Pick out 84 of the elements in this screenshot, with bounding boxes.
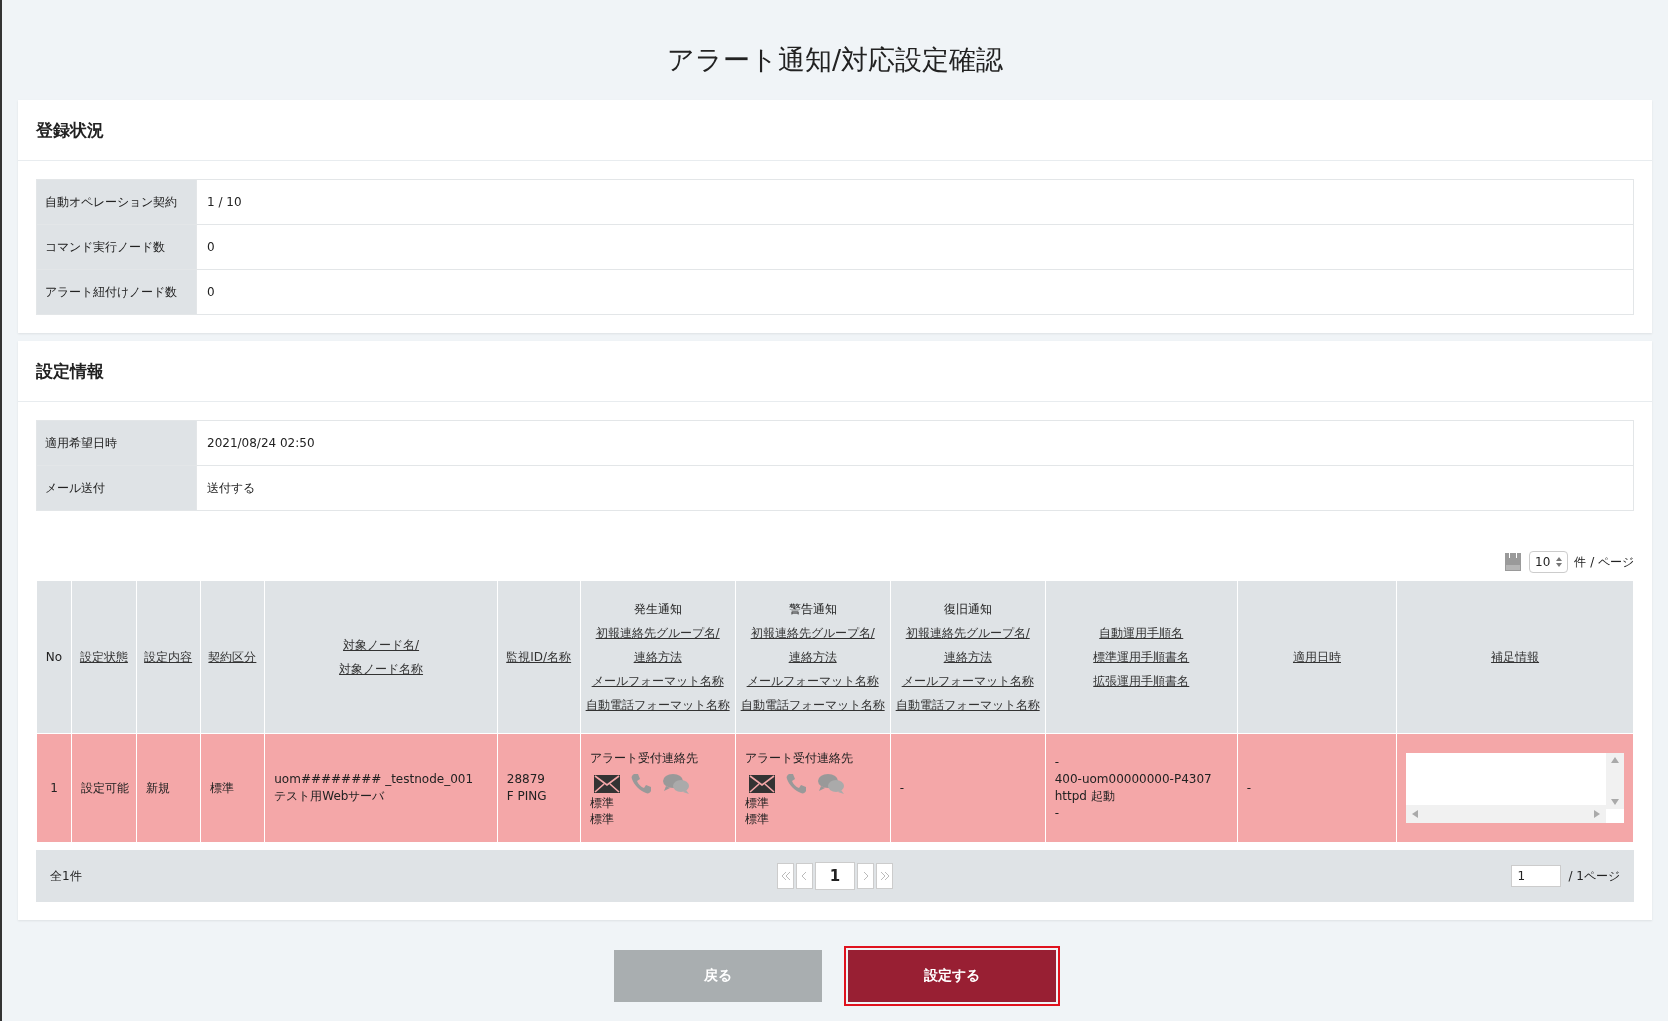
sort-link[interactable]: メールフォーマット名称 xyxy=(901,672,1034,690)
info-label: アラート紐付けノード数 xyxy=(36,269,197,315)
cell-text: 標準 xyxy=(744,794,770,811)
scroll-up-icon[interactable] xyxy=(1611,757,1619,763)
cell-text: - xyxy=(1246,779,1253,797)
sort-link[interactable]: 自動電話フォーマット名称 xyxy=(585,696,730,714)
cell-text: アラート受付連絡先 xyxy=(744,749,854,767)
sort-link[interactable]: 自動運用手順名 xyxy=(1099,624,1184,642)
info-value: 0 xyxy=(196,224,1634,270)
action-button[interactable]: 設定する xyxy=(848,950,1056,1002)
scroll-right-icon[interactable] xyxy=(1594,810,1600,818)
cell-text: 28879 xyxy=(506,771,546,788)
info-label: 適用希望日時 xyxy=(36,420,197,466)
scroll-down-icon[interactable] xyxy=(1611,799,1619,805)
page-title: アラート通知/対応設定確認 xyxy=(665,43,1005,77)
sort-link[interactable]: 対象ノード名/ xyxy=(343,636,420,654)
sort-link[interactable]: 設定状態 xyxy=(79,648,128,666)
csv-download-icon[interactable] xyxy=(1503,551,1524,573)
sort-link[interactable]: 連絡方法 xyxy=(788,648,837,666)
text-area[interactable] xyxy=(1406,753,1624,823)
info-value: 2021/08/24 02:50 xyxy=(196,420,1634,466)
cell-text: - xyxy=(899,779,905,797)
sort-link[interactable]: 契約区分 xyxy=(208,648,257,666)
cell-text: 設定可能 xyxy=(81,779,127,797)
scrollbar[interactable] xyxy=(1606,753,1624,809)
last-page-button[interactable] xyxy=(876,863,893,889)
current-page: 1 xyxy=(815,862,855,890)
sort-link[interactable]: メールフォーマット名称 xyxy=(591,672,724,690)
total-count: 全1件 xyxy=(50,867,83,885)
sort-link[interactable]: 拡張運用手順書名 xyxy=(1093,672,1190,690)
cell-text: - xyxy=(1054,754,1060,771)
info-value: 0 xyxy=(196,269,1634,315)
double-chevron-right-icon xyxy=(880,872,889,880)
cell-text: 標準 xyxy=(589,810,615,827)
info-label: コマンド実行ノード数 xyxy=(36,224,197,270)
sort-link[interactable]: 連絡方法 xyxy=(943,648,992,666)
cell-text: httpd 起動 xyxy=(1054,788,1116,805)
sort-link[interactable]: 設定内容 xyxy=(144,648,193,666)
per-page-select[interactable]: 10 xyxy=(1529,551,1569,573)
cell-text: uom######## _testnode_001 xyxy=(274,771,475,788)
double-chevron-left-icon xyxy=(781,872,790,880)
sort-link[interactable]: 初報連絡先グループ名/ xyxy=(595,624,720,642)
chevron-left-icon xyxy=(802,872,807,880)
cell-text: 標準 xyxy=(589,794,615,811)
spinner-icon xyxy=(1556,557,1563,567)
sort-link[interactable]: 自動電話フォーマット名称 xyxy=(895,696,1040,714)
cell-text: F PING xyxy=(506,788,548,805)
chevron-right-icon xyxy=(863,872,868,880)
sort-link[interactable]: メールフォーマット名称 xyxy=(746,672,879,690)
sort-link[interactable]: 初報連絡先グループ名/ xyxy=(905,624,1030,642)
group-title: 警告通知 xyxy=(788,600,837,618)
sort-link[interactable]: 補足情報 xyxy=(1491,648,1540,666)
per-page-label: 件 / ページ xyxy=(1574,553,1634,571)
scroll-left-icon[interactable] xyxy=(1412,810,1419,818)
info-value: 送付する xyxy=(196,465,1634,511)
page-input[interactable]: 1 xyxy=(1510,865,1561,887)
page-total: / 1ページ xyxy=(1568,867,1620,885)
sort-link[interactable]: 連絡方法 xyxy=(633,648,682,666)
section-title: 登録状況 xyxy=(18,100,1652,161)
cell-text: 400-uom00000000-P4307 xyxy=(1054,771,1213,788)
info-value: 1 / 10 xyxy=(196,179,1634,225)
info-label: メール送付 xyxy=(36,465,197,511)
group-title: 復旧通知 xyxy=(943,600,992,618)
sort-link[interactable]: 初報連絡先グループ名/ xyxy=(750,624,875,642)
sort-link[interactable]: 標準運用手順書名 xyxy=(1093,648,1190,666)
sort-link[interactable]: 対象ノード名称 xyxy=(339,660,424,678)
cell-text: 1 xyxy=(49,779,59,797)
cell-text: テスト用Webサーバ xyxy=(274,788,386,805)
next-page-button[interactable] xyxy=(857,863,874,889)
sort-link[interactable]: 監視ID/名称 xyxy=(506,648,572,666)
cell-text: 新規 xyxy=(145,779,171,797)
info-label: 自動オペレーション契約 xyxy=(36,179,197,225)
column-label: No xyxy=(45,650,63,664)
section-title: 設定情報 xyxy=(18,341,1652,402)
cell-text: 標準 xyxy=(209,779,235,797)
sort-link[interactable]: 適用日時 xyxy=(1293,648,1341,666)
first-page-button[interactable] xyxy=(777,863,794,889)
cell-text: - xyxy=(1054,805,1060,822)
group-title: 発生通知 xyxy=(633,600,682,618)
cell-text: アラート受付連絡先 xyxy=(589,749,699,767)
previous-page-button[interactable] xyxy=(796,863,813,889)
cell-text: 標準 xyxy=(744,810,770,827)
scrollbar[interactable] xyxy=(1406,805,1606,823)
sort-link[interactable]: 自動電話フォーマット名称 xyxy=(740,696,885,714)
